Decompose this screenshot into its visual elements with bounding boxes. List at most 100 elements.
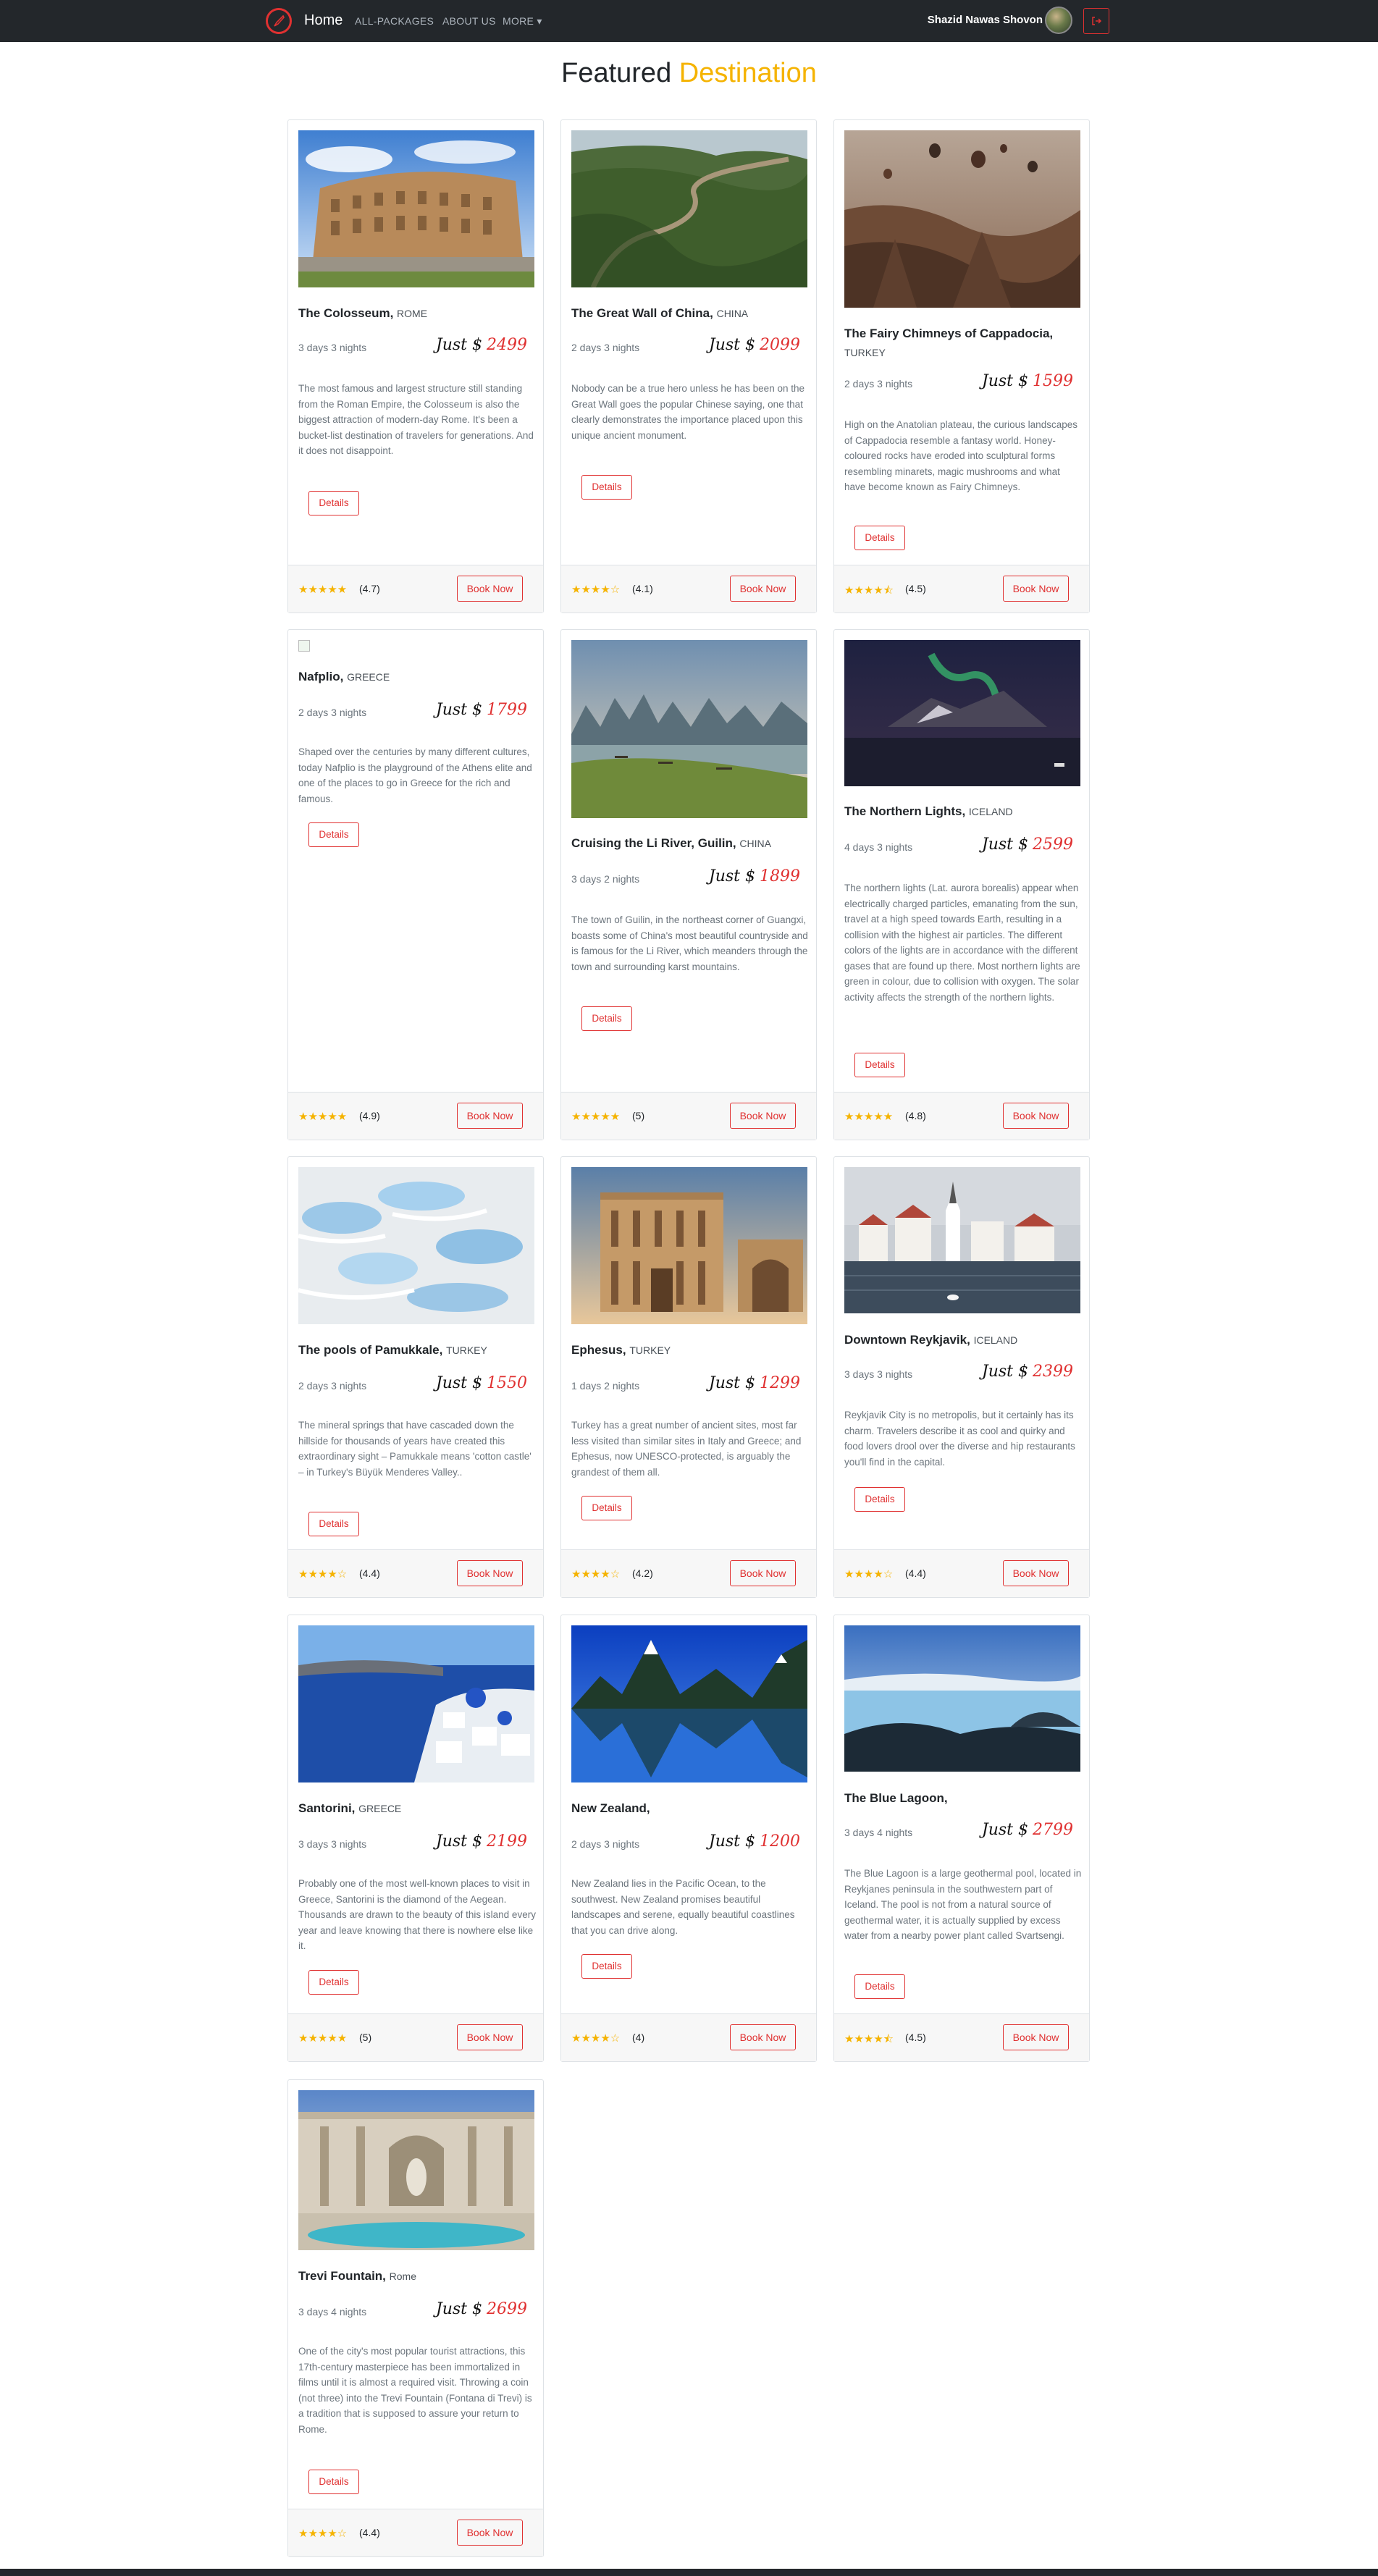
book-now-button[interactable]: Book Now (1003, 2024, 1069, 2050)
destination-description: Nobody can be a true hero unless he has … (571, 383, 804, 441)
book-now-button[interactable]: Book Now (457, 1103, 523, 1129)
nav-home-link[interactable]: Home (304, 12, 343, 29)
destination-description: The northern lights (Lat. aurora boreali… (844, 883, 1080, 1003)
destination-location: TURKEY (844, 347, 886, 358)
destination-name: The Fairy Chimneys of Cappadocia, (844, 327, 1054, 340)
price-prefix: Just (435, 1832, 467, 1851)
book-now-button[interactable]: Book Now (730, 1103, 796, 1129)
card-footer: ★★★★⯪ (4.5) Book Now (834, 2013, 1089, 2061)
rating-value: (4.5) (905, 583, 926, 594)
book-now-button[interactable]: Book Now (730, 576, 796, 602)
price-amount: 1550 (487, 1374, 527, 1392)
card-footer: ★★★★★ (4.8) Book Now (834, 1092, 1089, 1140)
card-footer: ★★★★⯪ (4.5) Book Now (834, 565, 1089, 613)
details-button[interactable]: Details (308, 1970, 359, 1995)
price-amount: 2799 (1033, 1821, 1073, 1839)
nav-link-about-us[interactable]: ABOUT US (442, 15, 496, 27)
price-prefix: Just (981, 835, 1013, 854)
destination-location: Rome (389, 2270, 416, 2282)
details-button[interactable]: Details (581, 1954, 632, 1979)
details-button[interactable]: Details (581, 475, 632, 500)
destination-description: The most famous and largest structure st… (298, 383, 534, 456)
destination-name: The Great Wall of China, (571, 306, 713, 320)
book-now-button[interactable]: Book Now (457, 1560, 523, 1586)
trip-duration: 3 days 3 nights (298, 1838, 367, 1850)
book-now-button[interactable]: Book Now (730, 1560, 796, 1586)
book-now-button[interactable]: Book Now (457, 2520, 523, 2546)
details-button[interactable]: Details (581, 1496, 632, 1520)
trip-duration: 3 days 3 nights (298, 342, 367, 353)
destination-image[interactable] (571, 130, 807, 287)
details-button[interactable]: Details (854, 1487, 905, 1512)
avatar[interactable] (1045, 7, 1072, 34)
book-now-button[interactable]: Book Now (730, 2024, 796, 2050)
star-rating-icon: ★★★★★ (298, 1111, 348, 1123)
details-button[interactable]: Details (308, 491, 359, 515)
page-title-main: Featured (561, 58, 672, 88)
book-now-button[interactable]: Book Now (1003, 1560, 1069, 1586)
destination-location: ICELAND (968, 806, 1013, 817)
destination-image[interactable] (298, 2090, 534, 2250)
page-title: Featured Destination (0, 58, 1378, 89)
card-footer: ★★★★★ (5) Book Now (561, 1092, 816, 1140)
details-button[interactable]: Details (854, 526, 905, 550)
destination-name: Cruising the Li River, Guilin, (571, 836, 736, 850)
destination-description: Reykjavik City is no metropolis, but it … (844, 1410, 1075, 1468)
destination-image[interactable] (844, 1167, 1080, 1313)
price: Just $2099 (709, 336, 800, 354)
star-rating-icon: ★★★★☆ (298, 2527, 348, 2540)
details-button[interactable]: Details (854, 1974, 905, 1999)
footer-bar (0, 2569, 1378, 2576)
destination-card: The Colosseum, ROME 3 days 3 nights Just… (287, 119, 544, 613)
destination-image[interactable] (298, 1625, 534, 1782)
destination-location: ROME (397, 308, 428, 319)
destination-image[interactable] (844, 130, 1080, 308)
trip-duration: 4 days 3 nights (844, 841, 913, 853)
rating-value: (4.4) (359, 1567, 380, 1579)
card-footer: ★★★★☆ (4.4) Book Now (288, 2509, 543, 2556)
details-button[interactable]: Details (308, 822, 359, 847)
destination-image[interactable] (571, 640, 807, 818)
details-button[interactable]: Details (581, 1006, 632, 1031)
destination-name: The Northern Lights, (844, 804, 966, 818)
price-amount: 1200 (760, 1832, 800, 1851)
destination-image[interactable] (298, 130, 534, 287)
price-prefix: Just (981, 372, 1013, 390)
compass-logo-icon[interactable] (266, 8, 292, 34)
book-now-button[interactable]: Book Now (1003, 1103, 1069, 1129)
destination-location: TURKEY (446, 1344, 487, 1356)
destination-image[interactable] (844, 640, 1080, 786)
destination-image[interactable] (571, 1625, 807, 1782)
price-prefix: Just (435, 2300, 467, 2318)
price-amount: 2399 (1033, 1363, 1073, 1381)
destination-card: Cruising the Li River, Guilin, CHINA 3 d… (560, 629, 817, 1140)
destination-card: Ephesus, TURKEY 1 days 2 nights Just $12… (560, 1156, 817, 1598)
trip-duration: 2 days 3 nights (571, 342, 640, 353)
rating-value: (4.2) (632, 1567, 653, 1579)
currency-symbol: $ (1018, 372, 1028, 390)
nav-link-more-dropdown[interactable]: MORE ▾ (503, 15, 542, 28)
logout-button[interactable] (1083, 8, 1109, 34)
destination-image[interactable] (298, 1167, 534, 1324)
details-button[interactable]: Details (854, 1053, 905, 1077)
card-footer: ★★★★★ (4.9) Book Now (288, 1092, 543, 1140)
destination-location: CHINA (739, 838, 771, 849)
currency-symbol: $ (745, 336, 755, 354)
currency-symbol: $ (472, 336, 482, 354)
rating-value: (4) (632, 2032, 645, 2043)
currency-symbol: $ (1018, 1363, 1028, 1381)
destination-location: TURKEY (629, 1344, 671, 1356)
book-now-button[interactable]: Book Now (457, 576, 523, 602)
destination-card: Santorini, GREECE 3 days 3 nights Just $… (287, 1615, 544, 2062)
currency-symbol: $ (472, 701, 482, 719)
nav-link-all-packages[interactable]: ALL-PACKAGES (355, 15, 434, 27)
book-now-button[interactable]: Book Now (1003, 576, 1069, 602)
price-amount: 2499 (487, 336, 527, 354)
destination-image[interactable] (571, 1167, 807, 1324)
destination-image[interactable] (844, 1625, 1080, 1772)
book-now-button[interactable]: Book Now (457, 2024, 523, 2050)
star-rating-icon: ★★★★☆ (571, 584, 621, 596)
rating-value: (4.7) (359, 583, 380, 594)
details-button[interactable]: Details (308, 1512, 359, 1536)
details-button[interactable]: Details (308, 2470, 359, 2494)
